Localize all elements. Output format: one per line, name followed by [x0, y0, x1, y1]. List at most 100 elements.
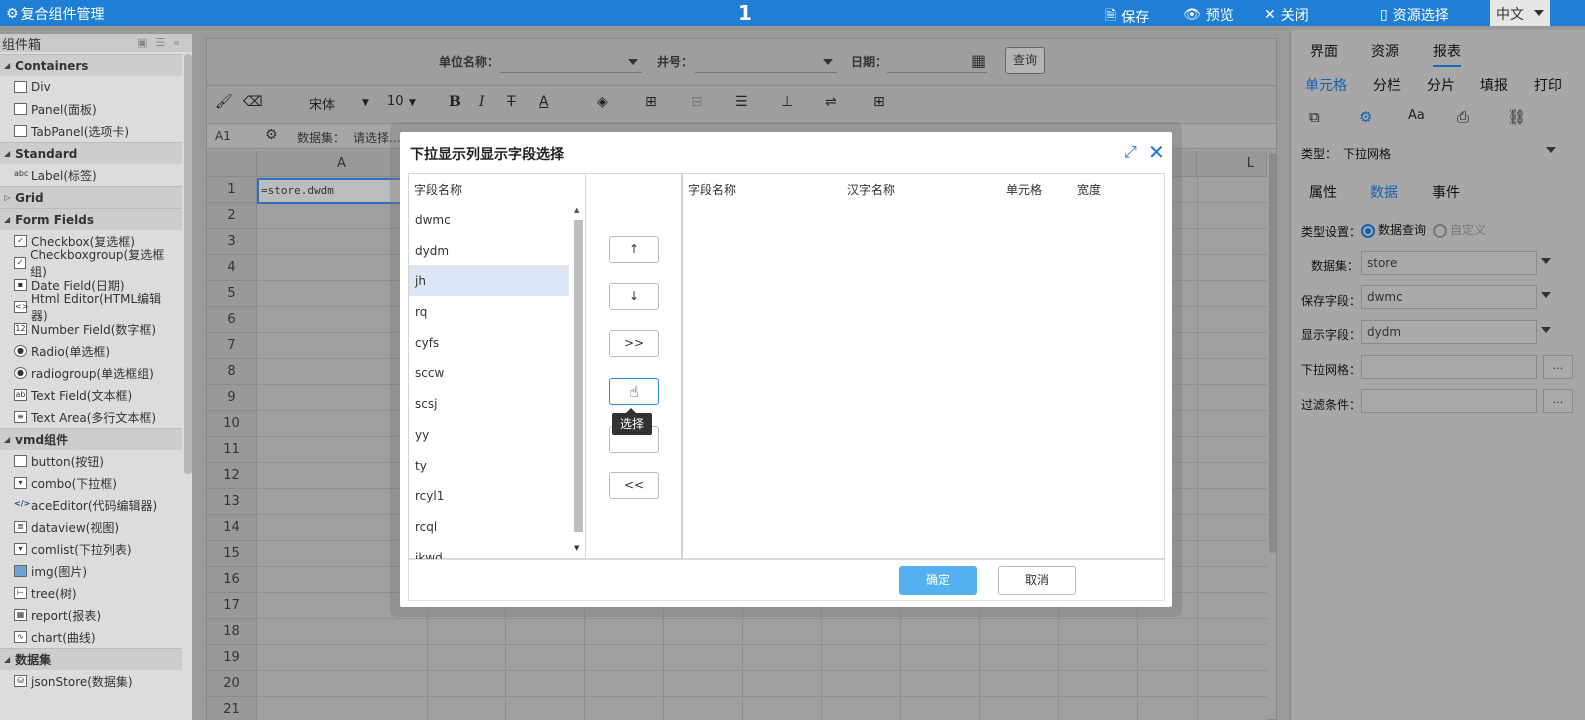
save-button[interactable]: 🗎 保存	[1105, 5, 1149, 29]
confirm-button[interactable]: 确定	[899, 566, 977, 595]
tab-interface[interactable]: 界面	[1310, 41, 1338, 61]
component-textarea[interactable]: ≡ Text Area(多行文本框)	[0, 406, 182, 428]
merge-cells-icon[interactable]: ⊟	[691, 94, 703, 110]
row-header[interactable]: 16	[207, 567, 257, 593]
select-button[interactable]: ☝	[609, 378, 659, 405]
chevron-down-icon[interactable]	[1541, 292, 1551, 298]
tab-properties[interactable]: 属性	[1309, 182, 1337, 202]
row-header[interactable]: 7	[207, 333, 257, 359]
query-button[interactable]: 查询	[1005, 47, 1045, 74]
row-header[interactable]: 18	[207, 619, 257, 645]
cancel-button[interactable]: 取消	[998, 566, 1076, 595]
dataset-select[interactable]: 请选择...	[353, 129, 400, 146]
component-jsonstore[interactable]: ⛁ jsonStore(数据集)	[0, 670, 182, 692]
language-select[interactable]: 中文	[1490, 0, 1550, 26]
row-header[interactable]: 2	[207, 203, 257, 229]
row-header[interactable]: 11	[207, 437, 257, 463]
radio-data-query[interactable]: 数据查询	[1361, 221, 1426, 238]
row-header[interactable]: 6	[207, 307, 257, 333]
font-family-select[interactable]: 宋体	[309, 94, 335, 113]
group-standard[interactable]: ◢ Standard	[0, 142, 182, 164]
row-header[interactable]: 4	[207, 255, 257, 281]
calendar-icon[interactable]: ▦	[971, 51, 986, 70]
component-label[interactable]: abc Label(标签)	[0, 164, 182, 186]
component-numberfield[interactable]: 12 Number Field(数字框)	[0, 318, 182, 340]
fill-color-icon[interactable]: ◈	[597, 94, 608, 110]
strikethrough-icon[interactable]: T	[507, 94, 516, 110]
well-select[interactable]	[695, 49, 837, 73]
group-vmd[interactable]: ◢ vmd组件	[0, 428, 182, 450]
print-icon[interactable]: ⎙	[1457, 108, 1469, 126]
component-comlist[interactable]: ▾ comlist(下拉列表)	[0, 538, 182, 560]
subtab-print[interactable]: 打印	[1534, 75, 1562, 95]
close-button[interactable]: ✕ 关闭	[1264, 5, 1309, 25]
component-combo[interactable]: ▾ combo(下拉框)	[0, 472, 182, 494]
copy-icon[interactable]: ⧉	[1309, 108, 1320, 126]
field-list-item[interactable]: scsj	[409, 388, 569, 419]
component-chart[interactable]: ∿ chart(曲线)	[0, 626, 182, 648]
group-grid[interactable]: ▷ Grid	[0, 186, 182, 208]
dropdown-grid-input[interactable]	[1361, 355, 1537, 379]
field-list-item[interactable]: jh	[409, 265, 569, 297]
component-img[interactable]: img(图片)	[0, 560, 182, 582]
row-header[interactable]: 19	[207, 645, 257, 671]
component-radiogroup[interactable]: ● radiogroup(单选框组)	[0, 362, 182, 384]
tab-resource[interactable]: 资源	[1371, 41, 1399, 61]
subtab-fragment[interactable]: 分片	[1427, 75, 1455, 95]
component-radio[interactable]: ● Radio(单选框)	[0, 340, 182, 362]
field-list-item[interactable]: sccw	[409, 357, 569, 388]
bold-icon[interactable]: B	[449, 94, 461, 110]
tab-report[interactable]: 报表	[1433, 41, 1461, 67]
sidebar-scrollbar[interactable]	[184, 54, 192, 474]
row-header[interactable]: 1	[207, 177, 257, 203]
format-painter-icon[interactable]: 🖌	[215, 94, 233, 110]
filter-input[interactable]	[1361, 389, 1537, 413]
scroll-down-icon[interactable]: ▼	[574, 544, 579, 552]
font-size-select[interactable]: 10	[387, 94, 404, 109]
move-up-button[interactable]: ↑	[609, 236, 659, 263]
scroll-thumb[interactable]	[574, 220, 583, 532]
align-left-icon[interactable]: ☰	[735, 94, 748, 110]
component-button[interactable]: button(按钮)	[0, 450, 182, 472]
filter-more-button[interactable]: ...	[1543, 389, 1573, 413]
row-header[interactable]: 8	[207, 359, 257, 385]
chevron-down-icon[interactable]	[1541, 258, 1551, 264]
chevron-down-icon[interactable]	[1541, 327, 1551, 333]
font-color-icon[interactable]: A	[539, 94, 549, 110]
component-tree[interactable]: ⊢ tree(树)	[0, 582, 182, 604]
component-div[interactable]: Div	[0, 76, 182, 98]
group-dataset[interactable]: ◢ 数据集	[0, 648, 182, 670]
add-all-button[interactable]: >>	[609, 330, 659, 357]
field-list-item[interactable]: jkwd	[409, 542, 569, 559]
component-aceeditor[interactable]: </> aceEditor(代码编辑器)	[0, 494, 182, 516]
tab-data[interactable]: 数据	[1370, 182, 1398, 202]
field-list-item[interactable]: rcql	[409, 511, 569, 542]
component-tabpanel[interactable]: TabPanel(选项卡)	[0, 120, 182, 142]
row-header[interactable]: 20	[207, 671, 257, 697]
move-down-button[interactable]: ↓	[609, 283, 659, 310]
component-panel[interactable]: Panel(面板)	[0, 98, 182, 120]
row-header[interactable]: 10	[207, 411, 257, 437]
resource-select-button[interactable]: ▯ 资源选择	[1380, 5, 1449, 25]
component-checkboxgroup[interactable]: ✓ Checkboxgroup(复选框组)	[0, 248, 182, 279]
subtab-fill[interactable]: 填报	[1480, 75, 1508, 95]
row-header[interactable]: 9	[207, 385, 257, 411]
table-icon[interactable]: ⊞	[873, 94, 885, 110]
group-containers[interactable]: ◢ Containers	[0, 54, 182, 76]
wrap-text-icon[interactable]: ⇌	[825, 94, 837, 110]
italic-icon[interactable]: I	[479, 94, 485, 110]
dataset-field[interactable]: store	[1361, 251, 1537, 275]
vertical-align-icon[interactable]: ⊥	[781, 94, 793, 110]
display-field-select[interactable]: dydm	[1361, 320, 1537, 344]
field-list-item[interactable]: cyfs	[409, 327, 569, 358]
row-header[interactable]: 14	[207, 515, 257, 541]
tab-events[interactable]: 事件	[1432, 182, 1460, 202]
sidebar-header-icons[interactable]: ▣☰«	[137, 36, 188, 49]
remove-all-button[interactable]: <<	[609, 472, 659, 499]
close-icon[interactable]: ✕	[1148, 140, 1165, 164]
row-header[interactable]: 15	[207, 541, 257, 567]
subtab-cell[interactable]: 单元格	[1305, 75, 1347, 95]
row-header[interactable]: 12	[207, 463, 257, 489]
component-dataview[interactable]: ≣ dataview(视图)	[0, 516, 182, 538]
dropdown-grid-more-button[interactable]: ...	[1543, 355, 1573, 379]
